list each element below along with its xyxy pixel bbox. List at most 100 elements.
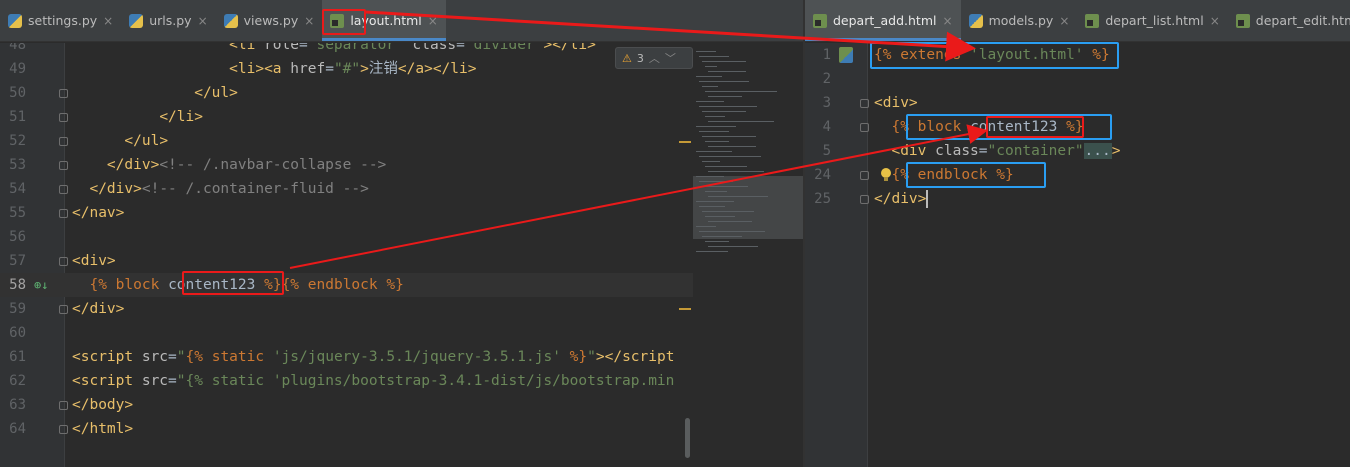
- code-line[interactable]: 56: [0, 225, 693, 249]
- fold-marker[interactable]: [59, 257, 68, 266]
- code-line[interactable]: 63 </body>: [0, 393, 693, 417]
- tab-models-py[interactable]: models.py ×: [961, 0, 1078, 41]
- minimap-line: [696, 126, 736, 127]
- inspection-widget[interactable]: ⚠ 3 ︿ ﹀: [615, 47, 693, 69]
- right-editor-depart-add-html[interactable]: 1 {% extends 'layout.html' %} 2 3 <div> 4 {% …: [805, 43, 1350, 467]
- code-line[interactable]: 58 {% block content123 %}{% endblock %} ⊕…: [0, 273, 693, 297]
- html-file-icon: [330, 13, 345, 28]
- code-line[interactable]: 52 </ul>: [0, 129, 693, 153]
- overridden-block-icon[interactable]: ⊕↓: [34, 273, 48, 297]
- fold-marker[interactable]: [860, 171, 869, 180]
- minimap-line: [705, 216, 735, 217]
- tab-label: views.py: [243, 13, 299, 28]
- minimap-line: [705, 166, 747, 167]
- code-line[interactable]: 25 </div>: [805, 187, 1350, 211]
- minimap-line: [696, 251, 728, 252]
- code-text: </body>: [72, 397, 134, 413]
- code-line[interactable]: 57 <div>: [0, 249, 693, 273]
- tab-label: models.py: [988, 13, 1054, 28]
- fold-marker[interactable]: [59, 185, 68, 194]
- line-number: 56: [9, 229, 26, 245]
- minimap-line: [708, 171, 764, 172]
- close-icon[interactable]: ×: [198, 14, 208, 28]
- line-number: 63: [9, 397, 26, 413]
- line-number: 4: [822, 119, 831, 135]
- left-tab-bar: settings.py × urls.py × views.py × layout.html…: [0, 0, 803, 42]
- code-line[interactable]: 48 <li role="separator" class="divider">…: [0, 43, 693, 57]
- code-line[interactable]: 59 </div>: [0, 297, 693, 321]
- line-number: 2: [822, 71, 831, 87]
- line-number: 1: [822, 47, 831, 63]
- code-line[interactable]: 49 <li><a href="#">注销</a></li>: [0, 57, 693, 81]
- minimap-line: [702, 86, 718, 87]
- tab-depart_add-html[interactable]: depart_add.html ×: [805, 0, 961, 41]
- code-line[interactable]: 61 <script src="{% static 'js/jquery-3.5.…: [0, 345, 693, 369]
- close-icon[interactable]: ×: [1210, 14, 1220, 28]
- minimap-line: [699, 181, 733, 182]
- code-line[interactable]: 50 </ul>: [0, 81, 693, 105]
- fold-marker[interactable]: [59, 209, 68, 218]
- fold-marker[interactable]: [860, 123, 869, 132]
- close-icon[interactable]: ×: [1059, 14, 1069, 28]
- code-line[interactable]: 5 <div class="container"...>: [805, 139, 1350, 163]
- code-line[interactable]: 64 </html>: [0, 417, 693, 441]
- code-line[interactable]: 60: [0, 321, 693, 345]
- code-line[interactable]: 1 {% extends 'layout.html' %}: [805, 43, 1350, 67]
- code-line[interactable]: 24 {% endblock %}: [805, 163, 1350, 187]
- tab-layout-html[interactable]: layout.html ×: [322, 0, 446, 41]
- fold-marker[interactable]: [59, 401, 68, 410]
- close-icon[interactable]: ×: [943, 14, 953, 28]
- extends-template-icon[interactable]: [839, 47, 853, 63]
- code-line[interactable]: 53 </div><!-- /.navbar-collapse -->: [0, 153, 693, 177]
- chevron-up-icon[interactable]: ︿: [649, 50, 660, 66]
- code-line[interactable]: 3 <div>: [805, 91, 1350, 115]
- tab-label: depart_list.html: [1105, 13, 1204, 28]
- fold-marker[interactable]: [860, 195, 869, 204]
- line-number: 48: [9, 43, 26, 53]
- minimap-line: [708, 221, 752, 222]
- code-line[interactable]: 51 </li>: [0, 105, 693, 129]
- fold-marker[interactable]: [59, 425, 68, 434]
- code-line[interactable]: 4 {% block content123 %}: [805, 115, 1350, 139]
- minimap[interactable]: [693, 43, 803, 467]
- minimap-line: [696, 201, 734, 202]
- code-text: {% block content123 %}{% endblock %}: [89, 277, 404, 293]
- tab-depart_edit-html[interactable]: depart_edit.html×: [1228, 0, 1350, 41]
- minimap-line: [702, 186, 748, 187]
- close-icon[interactable]: ×: [428, 14, 438, 28]
- fold-marker[interactable]: [860, 99, 869, 108]
- tab-views-py[interactable]: views.py ×: [216, 0, 323, 41]
- minimap-line: [705, 241, 729, 242]
- line-number: 5: [822, 143, 831, 159]
- code-line[interactable]: 55 </nav>: [0, 201, 693, 225]
- fold-marker[interactable]: [59, 305, 68, 314]
- minimap-line: [705, 141, 729, 142]
- close-icon[interactable]: ×: [304, 14, 314, 28]
- warning-stripe-mark[interactable]: [679, 308, 691, 310]
- fold-marker[interactable]: [59, 89, 68, 98]
- code-line[interactable]: 54 </div><!-- /.container-fluid -->: [0, 177, 693, 201]
- code-text: {% extends 'layout.html' %}: [874, 47, 1110, 63]
- left-editor-layout-html[interactable]: 48 <li role="separator" class="divider">…: [0, 43, 803, 467]
- code-line[interactable]: 62 <script src="{% static 'plugins/bootst…: [0, 369, 693, 393]
- scrollbar-thumb[interactable]: [685, 418, 690, 458]
- code-line[interactable]: 2: [805, 67, 1350, 91]
- tab-settings-py[interactable]: settings.py ×: [0, 0, 121, 41]
- minimap-line: [696, 176, 724, 177]
- tab-depart_list-html[interactable]: depart_list.html ×: [1077, 0, 1227, 41]
- fold-marker[interactable]: [59, 161, 68, 170]
- tab-urls-py[interactable]: urls.py ×: [121, 0, 215, 41]
- close-icon[interactable]: ×: [103, 14, 113, 28]
- minimap-line: [702, 111, 746, 112]
- fold-marker[interactable]: [59, 137, 68, 146]
- code-text: <li role="separator" class="divider"></l…: [229, 43, 596, 53]
- line-number: 25: [814, 191, 831, 207]
- line-number: 62: [9, 373, 26, 389]
- minimap-line: [702, 61, 746, 62]
- warning-icon: ⚠: [622, 51, 632, 65]
- minimap-line: [699, 56, 729, 57]
- lightbulb-icon[interactable]: [881, 168, 891, 182]
- warning-stripe-mark[interactable]: [679, 141, 691, 143]
- chevron-down-icon[interactable]: ﹀: [665, 50, 676, 66]
- fold-marker[interactable]: [59, 113, 68, 122]
